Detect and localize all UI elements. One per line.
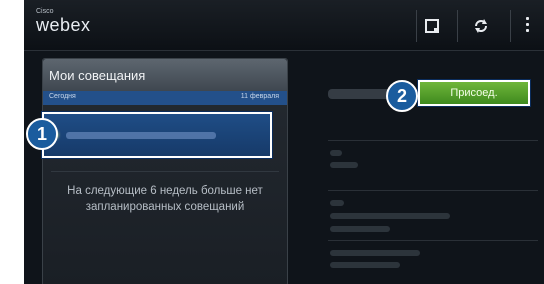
more-vert-icon[interactable]: [524, 17, 530, 35]
divider: [328, 240, 538, 241]
date-value-label: 11 февраля: [240, 93, 279, 100]
calendar-icon[interactable]: [424, 17, 442, 35]
app-toolbar: Cisco webex: [24, 0, 544, 51]
detail-text-blurred: [330, 262, 400, 268]
detail-text-blurred: [330, 250, 420, 256]
toolbar-divider: [510, 10, 511, 42]
date-today-label: Сегодня: [49, 93, 76, 100]
detail-text-blurred: [330, 162, 358, 168]
detail-text-blurred: [330, 150, 342, 156]
detail-text-blurred: [330, 226, 390, 232]
divider: [51, 171, 279, 172]
detail-text-blurred: [330, 200, 344, 206]
callout-badge-2: 2: [386, 80, 418, 112]
join-button[interactable]: Присоед.: [418, 80, 530, 106]
panel-title: Мои совещания: [49, 68, 146, 83]
detail-text-blurred: [330, 213, 450, 219]
my-meetings-panel: Мои совещания Сегодня 11 февраля На след…: [42, 58, 288, 284]
callout-badge-1: 1: [26, 118, 58, 150]
toolbar-divider: [457, 10, 458, 42]
webex-logo: Cisco webex: [36, 8, 91, 36]
divider: [328, 140, 538, 141]
date-header: Сегодня 11 февраля: [43, 91, 287, 105]
meeting-list-item[interactable]: [42, 112, 272, 158]
toolbar-divider: [416, 10, 417, 42]
empty-meetings-message: На следующие 6 недель больше нет заплани…: [67, 185, 263, 213]
panel-header: Мои совещания: [43, 59, 287, 91]
logo-brand-main: webex: [36, 15, 91, 35]
meeting-name-blurred: [66, 132, 216, 139]
logo-brand-small: Cisco: [36, 8, 54, 15]
refresh-icon[interactable]: [472, 17, 490, 35]
divider: [328, 190, 538, 191]
